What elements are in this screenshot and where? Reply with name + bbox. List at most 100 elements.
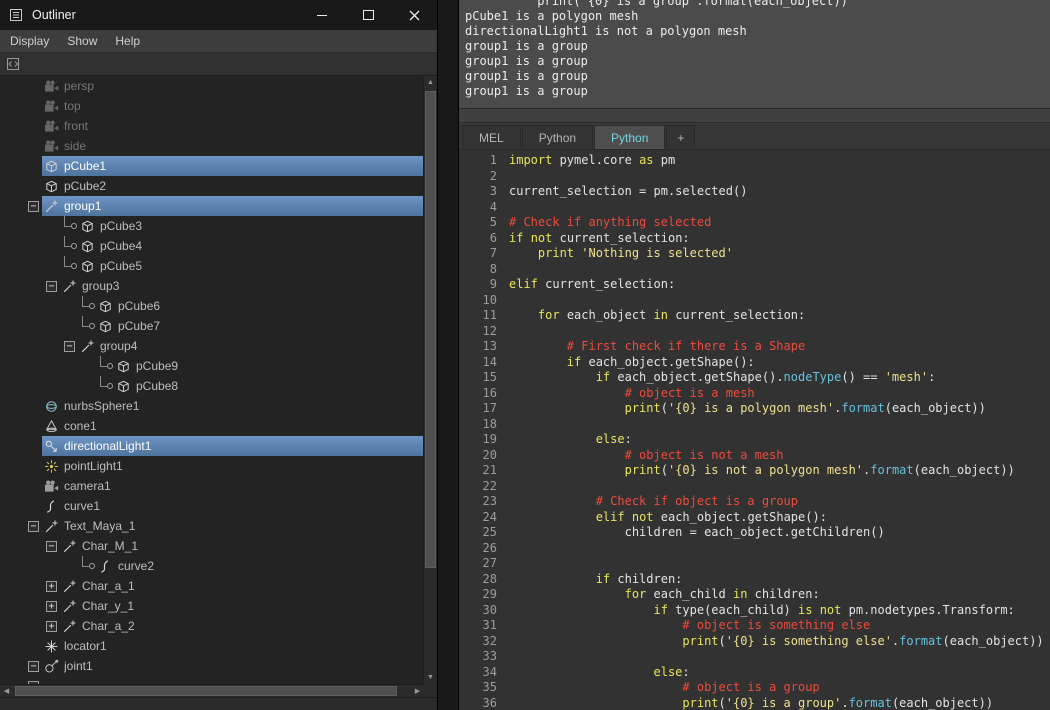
menu-item-help[interactable]: Help (115, 34, 140, 48)
outliner-row-top[interactable]: top (0, 96, 423, 116)
expand-toggle-icon[interactable]: + (46, 601, 57, 612)
line-number: 36 (459, 696, 509, 710)
code-text: current_selection = pm.selected() (509, 184, 747, 200)
tab-mel-0[interactable]: MEL (462, 125, 521, 149)
collapse-toggle-icon[interactable]: − (64, 341, 75, 352)
code-line: 28 if children: (459, 572, 1050, 588)
filter-icon[interactable] (4, 56, 22, 72)
outliner-titlebar[interactable]: Outliner (0, 0, 437, 30)
outliner-row-nurbsSphere1[interactable]: nurbsSphere1 (0, 396, 423, 416)
outliner-row-pCube4[interactable]: pCube4 (0, 236, 423, 256)
line-number: 7 (459, 246, 509, 262)
collapse-toggle-icon[interactable]: − (28, 521, 39, 532)
outliner-row-pCube3[interactable]: pCube3 (0, 216, 423, 236)
mesh-cube-icon (115, 358, 131, 374)
outliner-row-pointLight1[interactable]: pointLight1 (0, 456, 423, 476)
line-number: 9 (459, 277, 509, 293)
tab-python-2[interactable]: Python (594, 125, 665, 149)
hscroll-track[interactable] (13, 685, 411, 697)
line-number: 22 (459, 479, 509, 495)
scroll-down-icon[interactable]: ▼ (424, 671, 437, 684)
node-label: pCube4 (100, 239, 142, 253)
window-title: Outliner (32, 8, 76, 22)
collapse-toggle-icon[interactable]: − (46, 281, 57, 292)
code-line: 11 for each_object in current_selection: (459, 308, 1050, 324)
tree-indent: + (26, 601, 60, 612)
node-label: locator1 (64, 639, 107, 653)
maximize-icon (363, 10, 374, 20)
outliner-row-Char_M_1[interactable]: −Char_M_1 (0, 536, 423, 556)
code-line: 18 (459, 417, 1050, 433)
line-number: 23 (459, 494, 509, 510)
outliner-row-front[interactable]: front (0, 116, 423, 136)
outliner-row-locator1[interactable]: locator1 (0, 636, 423, 656)
node-label: persp (64, 79, 94, 93)
node-label: curve2 (118, 559, 154, 573)
code-text: elif current_selection: (509, 277, 675, 293)
outliner-row-persp[interactable]: persp (0, 76, 423, 96)
node-label: Char_a_2 (82, 619, 135, 633)
code-line: 34 else: (459, 665, 1050, 681)
code-text: print('{0} is not a polygon mesh'.format… (509, 463, 1015, 479)
outliner-row-pCube9[interactable]: pCube9 (0, 356, 423, 376)
pane-splitter[interactable] (459, 109, 1050, 123)
outliner-row-camera1[interactable]: camera1 (0, 476, 423, 496)
outliner-row-pCube5[interactable]: pCube5 (0, 256, 423, 276)
outliner-row-pCube8[interactable]: pCube8 (0, 376, 423, 396)
code-text: # object is something else (509, 618, 870, 634)
script-output[interactable]: print('{0} is a group'.format(each_objec… (459, 0, 1050, 109)
close-button[interactable] (391, 0, 437, 30)
outliner-body: persptopfrontsidepCube1pCube2−group1pCub… (0, 76, 437, 684)
outliner-row-Text_Maya_1[interactable]: −Text_Maya_1 (0, 516, 423, 536)
outliner-row-Char_y_1[interactable]: +Char_y_1 (0, 596, 423, 616)
outliner-row-group4[interactable]: −group4 (0, 336, 423, 356)
vscroll-track[interactable] (424, 89, 437, 671)
tab-python-1[interactable]: Python (522, 125, 593, 149)
scroll-up-icon[interactable]: ▲ (424, 76, 437, 89)
mesh-cube-icon (43, 158, 59, 174)
outliner-row-curve1[interactable]: curve1 (0, 496, 423, 516)
minimize-button[interactable] (299, 0, 345, 30)
expand-toggle-icon[interactable]: + (46, 581, 57, 592)
code-line: 31 # object is something else (459, 618, 1050, 634)
outliner-row-Char_a_2[interactable]: + Char_a_2 (0, 616, 423, 636)
menu-item-display[interactable]: Display (10, 34, 49, 48)
outliner-row-group1[interactable]: −group1 (0, 196, 423, 216)
outliner-row-group3[interactable]: −group3 (0, 276, 423, 296)
vscroll-thumb[interactable] (425, 91, 436, 568)
outliner-row-joint1[interactable]: −joint1 (0, 656, 423, 676)
outliner-row-partial[interactable]: − (0, 676, 423, 684)
tree-indent: − (26, 661, 42, 672)
outliner-row-pCube6[interactable]: pCube6 (0, 296, 423, 316)
collapse-toggle-icon[interactable]: − (46, 541, 57, 552)
collapse-toggle-icon[interactable]: − (28, 661, 39, 672)
line-number: 8 (459, 262, 509, 278)
outliner-row-curve2[interactable]: curve2 (0, 556, 423, 576)
maximize-button[interactable] (345, 0, 391, 30)
collapse-toggle-icon[interactable]: − (28, 201, 39, 212)
tree-connector (96, 356, 114, 376)
outliner-row-cone1[interactable]: cone1 (0, 416, 423, 436)
outliner-row-Char_a_1[interactable]: +Char_a_1 (0, 576, 423, 596)
node-label: cone1 (64, 419, 97, 433)
outliner-row-side[interactable]: side (0, 136, 423, 156)
camera-icon (43, 98, 59, 114)
menu-item-show[interactable]: Show (67, 34, 97, 48)
tree-connector (78, 316, 96, 336)
new-tab-button[interactable]: + (666, 125, 695, 149)
node-label: curve1 (64, 499, 100, 513)
outliner-row-pCube1[interactable]: pCube1 (0, 156, 423, 176)
expand-toggle-icon[interactable]: + (46, 621, 57, 632)
code-text: print('{0} is a group'.format(each_objec… (509, 696, 993, 710)
nurbs-sphere-icon (43, 398, 59, 414)
tree-indent: + (26, 621, 60, 632)
horizontal-scrollbar[interactable]: ◀ ▶ (0, 684, 424, 697)
tree-connector (60, 236, 78, 256)
outliner-row-pCube7[interactable]: pCube7 (0, 316, 423, 336)
point-light-icon (43, 458, 59, 474)
hscroll-thumb[interactable] (15, 686, 397, 696)
vertical-scrollbar[interactable]: ▲ ▼ (423, 76, 437, 684)
outliner-row-directionalLight1[interactable]: directionalLight1 (0, 436, 423, 456)
outliner-row-pCube2[interactable]: pCube2 (0, 176, 423, 196)
script-input[interactable]: 1import pymel.core as pm23current_select… (459, 150, 1050, 710)
